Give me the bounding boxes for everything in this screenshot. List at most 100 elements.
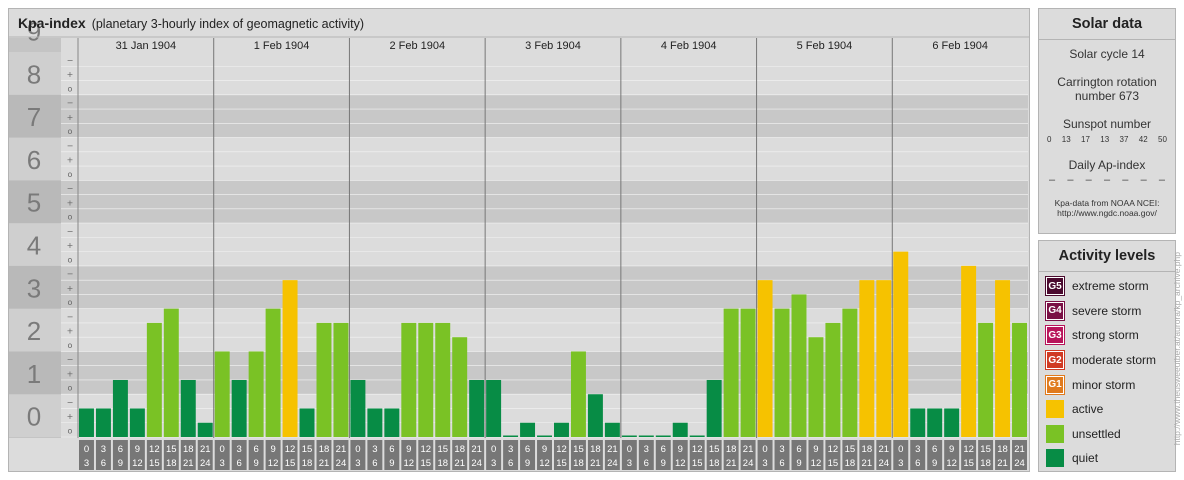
kp-bar (910, 408, 926, 437)
x-tick-start: 21 (200, 444, 211, 455)
x-tick-end: 3 (220, 458, 225, 469)
kp-bar (146, 322, 162, 437)
kp-bar (469, 379, 485, 437)
x-tick-start: 6 (389, 444, 394, 455)
x-tick-end: 15 (692, 458, 703, 469)
kp-bar (452, 337, 468, 437)
x-tick-start: 6 (525, 444, 530, 455)
sunspot-value: 13 (1061, 135, 1071, 144)
level-label: severe storm (1072, 303, 1142, 318)
kp-bar (842, 308, 858, 437)
x-tick-end: 15 (556, 458, 567, 469)
chart-subtitle: (planetary 3-hourly index of geomagnetic… (91, 17, 365, 31)
sunspot-value: 0 (1047, 135, 1052, 144)
y-minor-tick-label: − (67, 99, 74, 108)
side-credit: http://www.theusweeutber.at/aurora/kp_ar… (1172, 252, 1182, 446)
kp-bar (978, 322, 994, 437)
level-swatch (1046, 400, 1064, 419)
y-minor-tick-label: − (67, 56, 74, 65)
x-tick-end: 6 (508, 458, 513, 469)
x-tick-end: 21 (454, 458, 465, 469)
x-tick-end: 18 (573, 458, 584, 469)
x-tick-start: 12 (692, 444, 703, 455)
y-minor-tick-label: o (68, 427, 73, 436)
band (61, 52, 1028, 95)
band (61, 180, 1028, 224)
x-tick-end: 6 (915, 458, 920, 469)
x-tick-end: 15 (285, 458, 296, 469)
kp-bar (79, 408, 94, 437)
kp-bar (1012, 322, 1027, 437)
ap-value: – (1122, 174, 1129, 186)
x-tick-start: 6 (118, 444, 123, 455)
kp-index-chart: 0123456789o+−o+−o+−o+−o+−o+−o+−o+−o+−31 … (9, 9, 1029, 470)
x-tick-start: 12 (963, 444, 974, 455)
activity-level-item: G5 extreme storm (1039, 274, 1175, 299)
kp-bar (876, 280, 892, 437)
kp-bar (503, 435, 519, 437)
kp-bar (180, 379, 196, 437)
x-tick-start: 15 (845, 444, 856, 455)
kp-bar (672, 422, 688, 437)
y-tick-label: 7 (27, 102, 41, 132)
y-minor-tick-label: o (68, 84, 73, 93)
x-tick-start: 3 (779, 444, 784, 455)
x-tick-end: 3 (762, 458, 767, 469)
sunspot-value: 37 (1119, 135, 1129, 144)
level-label: quiet (1072, 451, 1099, 466)
day-label: 2 Feb 1904 (389, 40, 445, 52)
x-tick-start: 15 (166, 444, 177, 455)
x-tick-end: 21 (183, 458, 194, 469)
x-tick-start: 18 (183, 444, 194, 455)
x-tick-start: 12 (285, 444, 296, 455)
kp-bar (893, 251, 909, 437)
x-tick-end: 24 (1014, 458, 1025, 469)
data-credit-line2: http://www.ngdc.noaa.gov/ (1057, 208, 1157, 218)
x-tick-end: 3 (898, 458, 903, 469)
x-tick-start: 21 (1014, 444, 1025, 455)
y-minor-tick-label: o (68, 298, 73, 307)
kp-bar (774, 308, 790, 437)
kp-bar (537, 435, 552, 437)
x-tick-start: 18 (862, 444, 873, 455)
activity-level-item: G3 strong storm (1039, 323, 1175, 348)
x-tick-start: 9 (135, 444, 140, 455)
x-tick-start: 3 (508, 444, 513, 455)
x-tick-end: 15 (420, 458, 431, 469)
x-tick-end: 24 (336, 458, 347, 469)
y-minor-tick-label: + (67, 113, 74, 122)
level-label: active (1072, 402, 1104, 417)
x-tick-end: 18 (302, 458, 313, 469)
x-tick-end: 9 (525, 458, 530, 469)
x-tick-start: 21 (607, 444, 618, 455)
x-tick-start: 6 (796, 444, 801, 455)
x-tick-end: 12 (404, 458, 415, 469)
kp-bar (95, 408, 111, 437)
activity-levels-panel: Activity levels G5 extreme storm G4 severe … (1038, 240, 1176, 472)
x-tick-start: 0 (627, 444, 632, 455)
x-tick-end: 12 (132, 458, 143, 469)
y-minor-tick-label: − (67, 312, 74, 321)
ap-value: – (1140, 174, 1147, 186)
kp-bar (197, 422, 213, 437)
x-tick-end: 3 (627, 458, 632, 469)
x-tick-start: 15 (980, 444, 991, 455)
kp-bar (655, 435, 671, 437)
kp-bar (570, 351, 586, 437)
x-tick-end: 9 (253, 458, 258, 469)
y-minor-tick-label: o (68, 213, 73, 222)
solar-cycle: Solar cycle 14 (1069, 47, 1145, 61)
x-tick-start: 3 (644, 444, 649, 455)
x-tick-start: 15 (709, 444, 720, 455)
x-tick-start: 21 (879, 444, 890, 455)
band (61, 94, 1028, 138)
x-tick-start: 21 (471, 444, 482, 455)
y-minor-tick-label: + (67, 284, 74, 293)
x-tick-end: 9 (389, 458, 394, 469)
x-tick-end: 18 (437, 458, 448, 469)
x-tick-start: 0 (220, 444, 225, 455)
y-tick-label: 6 (27, 145, 41, 175)
kp-bar (944, 408, 960, 437)
x-tick-end: 21 (862, 458, 873, 469)
day-label: 1 Feb 1904 (254, 40, 310, 52)
